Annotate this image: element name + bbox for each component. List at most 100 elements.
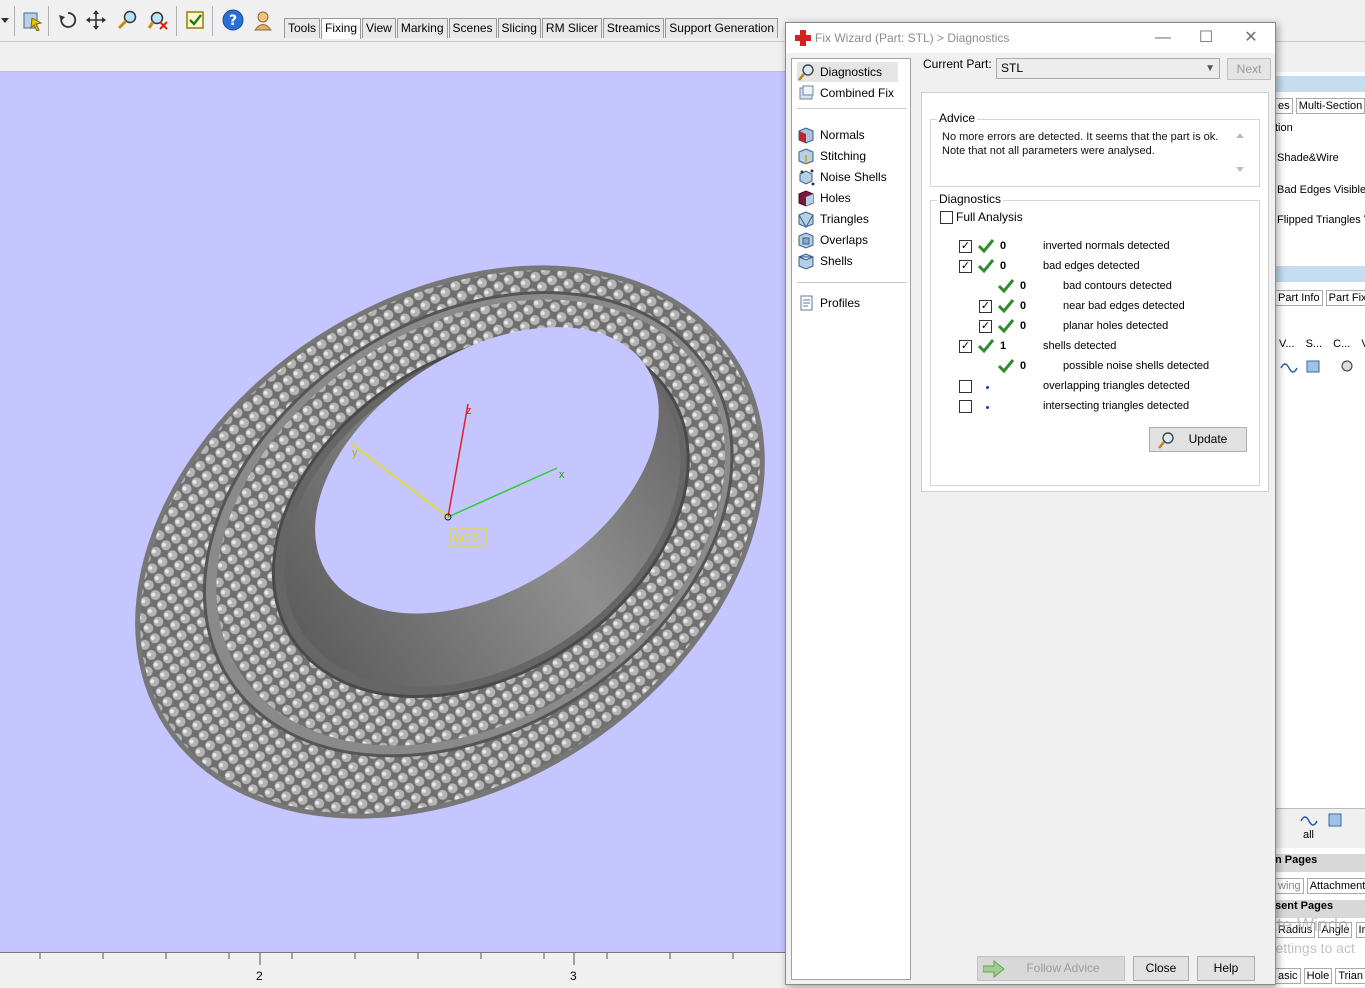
ribbon-tabs: Tools Fixing View Marking Scenes Slicing RM Sl…	[284, 18, 779, 39]
green-check-icon	[997, 358, 1015, 374]
bad-edges-visible-option[interactable]: Bad Edges Visible	[1277, 184, 1365, 196]
nav-separator	[797, 282, 907, 283]
diagnostic-checkbox[interactable]: ✓	[959, 340, 972, 353]
diagnostic-text: bad edges detected	[1043, 260, 1140, 272]
tab-wing[interactable]: wing	[1275, 878, 1304, 894]
tab-basic[interactable]: asic	[1275, 968, 1301, 984]
column-header[interactable]: C...	[1333, 338, 1350, 350]
tab-view[interactable]: View	[362, 18, 396, 38]
help-button[interactable]: Help	[1197, 956, 1255, 981]
diagnostic-text: intersecting triangles detected	[1043, 400, 1190, 412]
green-check-icon	[977, 238, 995, 254]
ring-model[interactable]: z x y WCS	[0, 72, 790, 952]
full-analysis-checkbox[interactable]	[940, 211, 953, 224]
help-icon[interactable]: ?	[220, 7, 246, 33]
section-label: tion	[1275, 122, 1293, 134]
pages-header: n Pages	[1275, 854, 1365, 872]
panel-header	[1275, 76, 1365, 92]
zoom-fit-icon[interactable]	[145, 7, 171, 33]
follow-advice-button[interactable]: Follow Advice	[977, 956, 1125, 981]
diagnostic-checkbox[interactable]	[959, 400, 972, 413]
close-window-button[interactable]: ✕	[1236, 28, 1266, 48]
nav-item-holes[interactable]: Holes	[797, 188, 851, 208]
panel-tabs: es Multi-Section	[1275, 98, 1365, 116]
profiles-icon	[797, 294, 815, 312]
nav-item-combined-fix[interactable]: Combined Fix	[797, 83, 894, 103]
tab-rm-slicer[interactable]: RM Slicer	[541, 18, 602, 38]
nav-item-label: Shells	[820, 254, 853, 268]
tab-slicing[interactable]: Slicing	[497, 18, 541, 38]
maximize-button[interactable]: ☐	[1191, 28, 1221, 48]
nav-item-overlaps[interactable]: Overlaps	[797, 230, 868, 250]
nav-item-label: Stitching	[820, 149, 867, 163]
diagnostic-text: overlapping triangles detected	[1043, 380, 1190, 392]
pan-icon[interactable]	[83, 7, 109, 33]
dialog-title: Fix Wizard (Part: STL) > Diagnostics	[815, 31, 1010, 45]
pending-dot-icon	[986, 406, 989, 409]
tab-part-fix[interactable]: Part Fix	[1325, 290, 1365, 306]
svg-text:?: ?	[229, 13, 237, 29]
column-header[interactable]: S...	[1306, 338, 1323, 350]
chevron-down-icon: ▼	[1205, 63, 1215, 74]
nav-item-normals[interactable]: Normals	[797, 125, 865, 145]
tab-support-generation[interactable]: Support Generation	[665, 18, 779, 38]
tab-es[interactable]: es	[1275, 98, 1293, 114]
follow-advice-label: Follow Advice	[1026, 961, 1100, 975]
diagnostic-count: 0	[1020, 300, 1027, 312]
tab-tools[interactable]: Tools	[284, 18, 321, 38]
tab-hole[interactable]: Hole	[1303, 968, 1333, 984]
3d-viewport[interactable]: z x y WCS	[0, 72, 790, 952]
nav-item-shells[interactable]: Shells	[797, 251, 853, 271]
toolbar-dropdown-icon[interactable]	[0, 7, 10, 33]
nav-item-triangles[interactable]: Triangles	[797, 209, 869, 229]
noise-shells-icon	[797, 168, 815, 186]
pages-tabs: wing Attachment	[1275, 878, 1365, 896]
zoom-icon[interactable]	[114, 7, 140, 33]
current-part-select[interactable]: STL ▼	[996, 58, 1220, 79]
tab-scenes[interactable]: Scenes	[448, 18, 497, 38]
minimize-button[interactable]: —	[1148, 28, 1178, 48]
advice-scrollbar[interactable]	[1233, 129, 1247, 177]
tab-marking[interactable]: Marking	[396, 18, 448, 38]
nav-item-diagnostics[interactable]: Diagnostics	[797, 62, 899, 82]
sub-toolbar	[0, 42, 790, 72]
column-header[interactable]: V	[1361, 338, 1365, 350]
full-analysis-label: Full Analysis	[956, 210, 1023, 224]
tab-in[interactable]: In	[1355, 922, 1365, 938]
advice-line: Note that not all parameters were analys…	[942, 145, 1155, 157]
next-button[interactable]: Next	[1227, 58, 1271, 80]
column-header[interactable]: V...	[1279, 338, 1295, 350]
tab-multi-section[interactable]: Multi-Section	[1295, 98, 1365, 114]
rotate-icon[interactable]	[55, 7, 81, 33]
update-button[interactable]: Update	[1149, 427, 1247, 452]
combined-fix-icon	[797, 84, 815, 102]
diagnostic-checkbox[interactable]: ✓	[959, 260, 972, 273]
right-side-panel: es Multi-Section tion Shade&Wire Bad Edg…	[1275, 72, 1365, 987]
diagnostic-checkbox[interactable]: ✓	[979, 300, 992, 313]
dialog-titlebar[interactable]: Fix Wizard (Part: STL) > Diagnostics — ☐…	[786, 23, 1275, 53]
green-check-icon	[977, 258, 995, 274]
tab-streamics[interactable]: Streamics	[602, 18, 665, 38]
diagnostic-count: 0	[1000, 240, 1007, 252]
tab-attachment[interactable]: Attachment	[1306, 878, 1365, 894]
flipped-triangles-option[interactable]: Flipped Triangles V	[1277, 214, 1365, 226]
ruler-label: 2	[256, 969, 263, 983]
nav-item-label: Holes	[820, 191, 851, 205]
tab-triangles[interactable]: Trian	[1335, 968, 1365, 984]
tab-part-info[interactable]: Part Info	[1275, 290, 1323, 306]
tab-fixing[interactable]: Fixing	[321, 18, 362, 39]
diagnostic-checkbox[interactable]: ✓	[959, 240, 972, 253]
nav-item-noise-shells[interactable]: Noise Shells	[797, 167, 887, 187]
diagnostic-checkbox[interactable]	[959, 380, 972, 393]
shade-wire-option[interactable]: Shade&Wire	[1277, 152, 1365, 164]
nav-item-profiles[interactable]: Profiles	[797, 293, 860, 313]
wcs-label: WCS	[453, 531, 481, 545]
checklist-icon[interactable]	[182, 7, 208, 33]
magnifier-icon	[1156, 430, 1176, 458]
ruler-label: 3	[570, 969, 577, 983]
user-icon[interactable]	[250, 7, 276, 33]
part-select-icon[interactable]	[19, 7, 45, 33]
diagnostic-checkbox[interactable]: ✓	[979, 320, 992, 333]
nav-item-stitching[interactable]: Stitching	[797, 146, 866, 166]
close-button[interactable]: Close	[1133, 956, 1189, 981]
